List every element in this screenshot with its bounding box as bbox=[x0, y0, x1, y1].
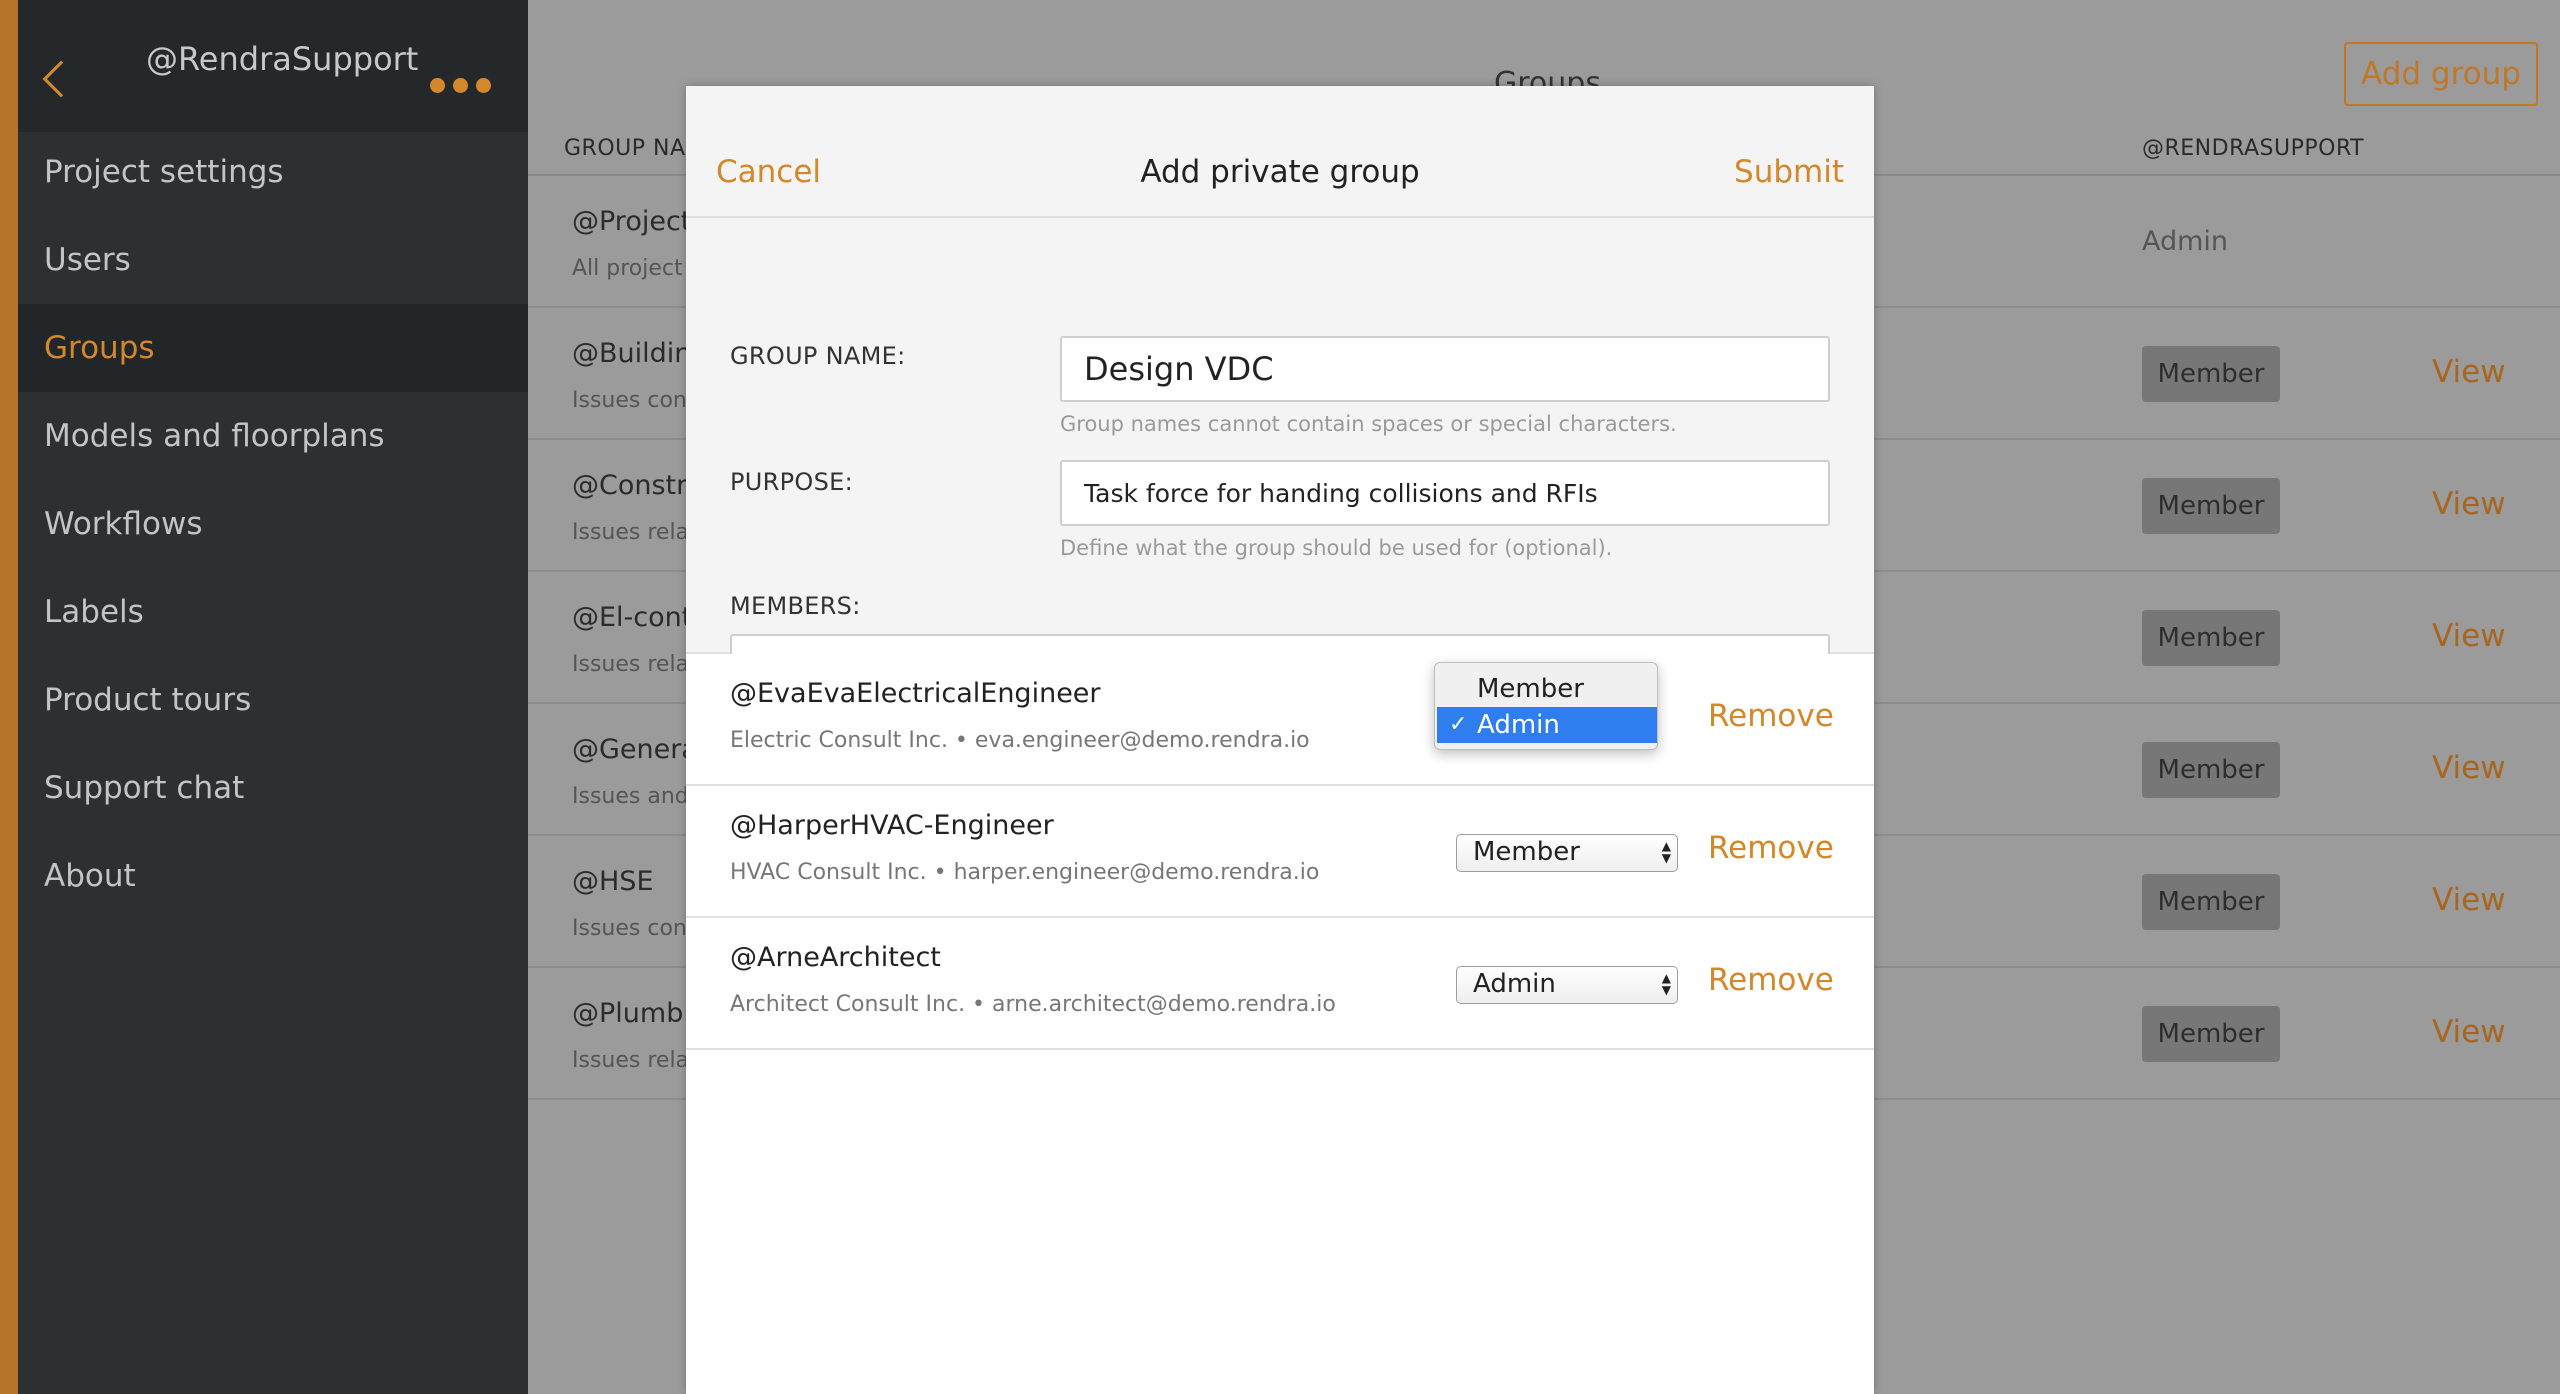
more-dots-icon[interactable] bbox=[430, 78, 491, 93]
member-name: @HarperHVAC-Engineer bbox=[730, 810, 1054, 841]
group-name: @Plumbir bbox=[572, 998, 702, 1029]
member-detail: HVAC Consult Inc. • harper.engineer@demo… bbox=[730, 860, 1320, 885]
group-description: Issues conc bbox=[572, 916, 699, 941]
select-arrows-icon: ▲ ▼ bbox=[1661, 971, 1671, 997]
group-description: Issues relat bbox=[572, 652, 698, 677]
role-badge: Member bbox=[2142, 346, 2280, 402]
role-badge: Member bbox=[2142, 478, 2280, 534]
group-name: @El-contr bbox=[572, 602, 704, 633]
remove-member-button[interactable]: Remove bbox=[1708, 698, 1834, 734]
group-description: Issues relat bbox=[572, 520, 698, 545]
member-name: @EvaEvaElectricalEngineer bbox=[730, 678, 1101, 709]
group-description: Issues conc bbox=[572, 388, 699, 413]
back-arrow-icon[interactable] bbox=[42, 60, 80, 98]
submit-button[interactable]: Submit bbox=[1734, 154, 1844, 190]
column-header-user: @RENDRASUPPORT bbox=[2142, 136, 2365, 161]
modal-header: Cancel Add private group Submit bbox=[686, 86, 1874, 218]
member-row: @ArneArchitect Architect Consult Inc. • … bbox=[686, 918, 1874, 1050]
column-header-group-name: GROUP NAI bbox=[564, 136, 693, 161]
sidebar-username: @RendraSupport bbox=[146, 40, 419, 78]
group-form: GROUP NAME: Group names cannot contain s… bbox=[686, 218, 1874, 700]
checkmark-icon: ✓ bbox=[1449, 712, 1468, 737]
purpose-input[interactable] bbox=[1060, 460, 1830, 526]
sidebar-menu: Project settings Users Groups Models and… bbox=[18, 128, 528, 920]
group-description: Issues relat bbox=[572, 1048, 698, 1073]
group-name: @Constru bbox=[572, 470, 705, 501]
role-badge: Member bbox=[2142, 742, 2280, 798]
purpose-hint: Define what the group should be used for… bbox=[1060, 536, 1613, 560]
group-description: Issues and bbox=[572, 784, 689, 809]
group-name: @HSE bbox=[572, 866, 654, 897]
group-description: All project r bbox=[572, 256, 699, 281]
member-row: @EvaEvaElectricalEngineer Electric Consu… bbox=[686, 654, 1874, 786]
role-badge: Member bbox=[2142, 610, 2280, 666]
dropdown-option-admin-label: Admin bbox=[1477, 710, 1560, 740]
sidebar-item-models-floorplans[interactable]: Models and floorplans bbox=[18, 392, 528, 480]
sidebar-item-users[interactable]: Users bbox=[18, 216, 528, 304]
add-private-group-modal: Cancel Add private group Submit GROUP NA… bbox=[686, 86, 1874, 1394]
view-link[interactable]: View bbox=[2432, 618, 2506, 654]
remove-member-button[interactable]: Remove bbox=[1708, 830, 1834, 866]
remove-member-button[interactable]: Remove bbox=[1708, 962, 1834, 998]
members-label: MEMBERS: bbox=[730, 592, 861, 620]
sidebar-item-about[interactable]: About bbox=[18, 832, 528, 920]
member-name: @ArneArchitect bbox=[730, 942, 941, 973]
sidebar-item-labels[interactable]: Labels bbox=[18, 568, 528, 656]
role-badge: Member bbox=[2142, 874, 2280, 930]
sidebar-item-product-tours[interactable]: Product tours bbox=[18, 656, 528, 744]
view-link[interactable]: View bbox=[2432, 486, 2506, 522]
sidebar-item-support-chat[interactable]: Support chat bbox=[18, 744, 528, 832]
role-text: Admin bbox=[2142, 226, 2229, 257]
member-row: @HarperHVAC-Engineer HVAC Consult Inc. •… bbox=[686, 786, 1874, 918]
sidebar: @RendraSupport Project settings Users Gr… bbox=[0, 0, 528, 1394]
view-link[interactable]: View bbox=[2432, 882, 2506, 918]
member-detail: Architect Consult Inc. • arne.architect@… bbox=[730, 992, 1336, 1017]
group-name: @Project bbox=[572, 206, 692, 237]
view-link[interactable]: View bbox=[2432, 750, 2506, 786]
member-detail: Electric Consult Inc. • eva.engineer@dem… bbox=[730, 728, 1310, 753]
view-link[interactable]: View bbox=[2432, 354, 2506, 390]
group-name-label: GROUP NAME: bbox=[730, 342, 906, 370]
view-link[interactable]: View bbox=[2432, 1014, 2506, 1050]
role-select[interactable]: Member ▲ ▼ bbox=[1456, 834, 1678, 872]
dropdown-option-admin[interactable]: ✓ Admin bbox=[1437, 707, 1657, 743]
role-badge: Member bbox=[2142, 1006, 2280, 1062]
sidebar-header: @RendraSupport bbox=[18, 0, 528, 132]
dropdown-option-member[interactable]: Member bbox=[1437, 671, 1657, 707]
select-arrows-icon: ▲ ▼ bbox=[1661, 839, 1671, 865]
group-name-input[interactable] bbox=[1060, 336, 1830, 402]
sidebar-accent-edge bbox=[0, 0, 18, 1394]
role-select-value: Admin bbox=[1473, 969, 1556, 999]
group-name-hint: Group names cannot contain spaces or spe… bbox=[1060, 412, 1677, 436]
modal-title: Add private group bbox=[1140, 154, 1420, 190]
purpose-label: PURPOSE: bbox=[730, 468, 853, 496]
role-dropdown-menu: Member ✓ Admin bbox=[1434, 662, 1658, 750]
sidebar-item-groups[interactable]: Groups bbox=[18, 304, 528, 392]
role-select[interactable]: Admin ▲ ▼ bbox=[1456, 966, 1678, 1004]
role-select-value: Member bbox=[1473, 837, 1580, 867]
sidebar-item-workflows[interactable]: Workflows bbox=[18, 480, 528, 568]
sidebar-item-project-settings[interactable]: Project settings bbox=[18, 128, 528, 216]
add-group-button[interactable]: Add group bbox=[2344, 42, 2538, 106]
